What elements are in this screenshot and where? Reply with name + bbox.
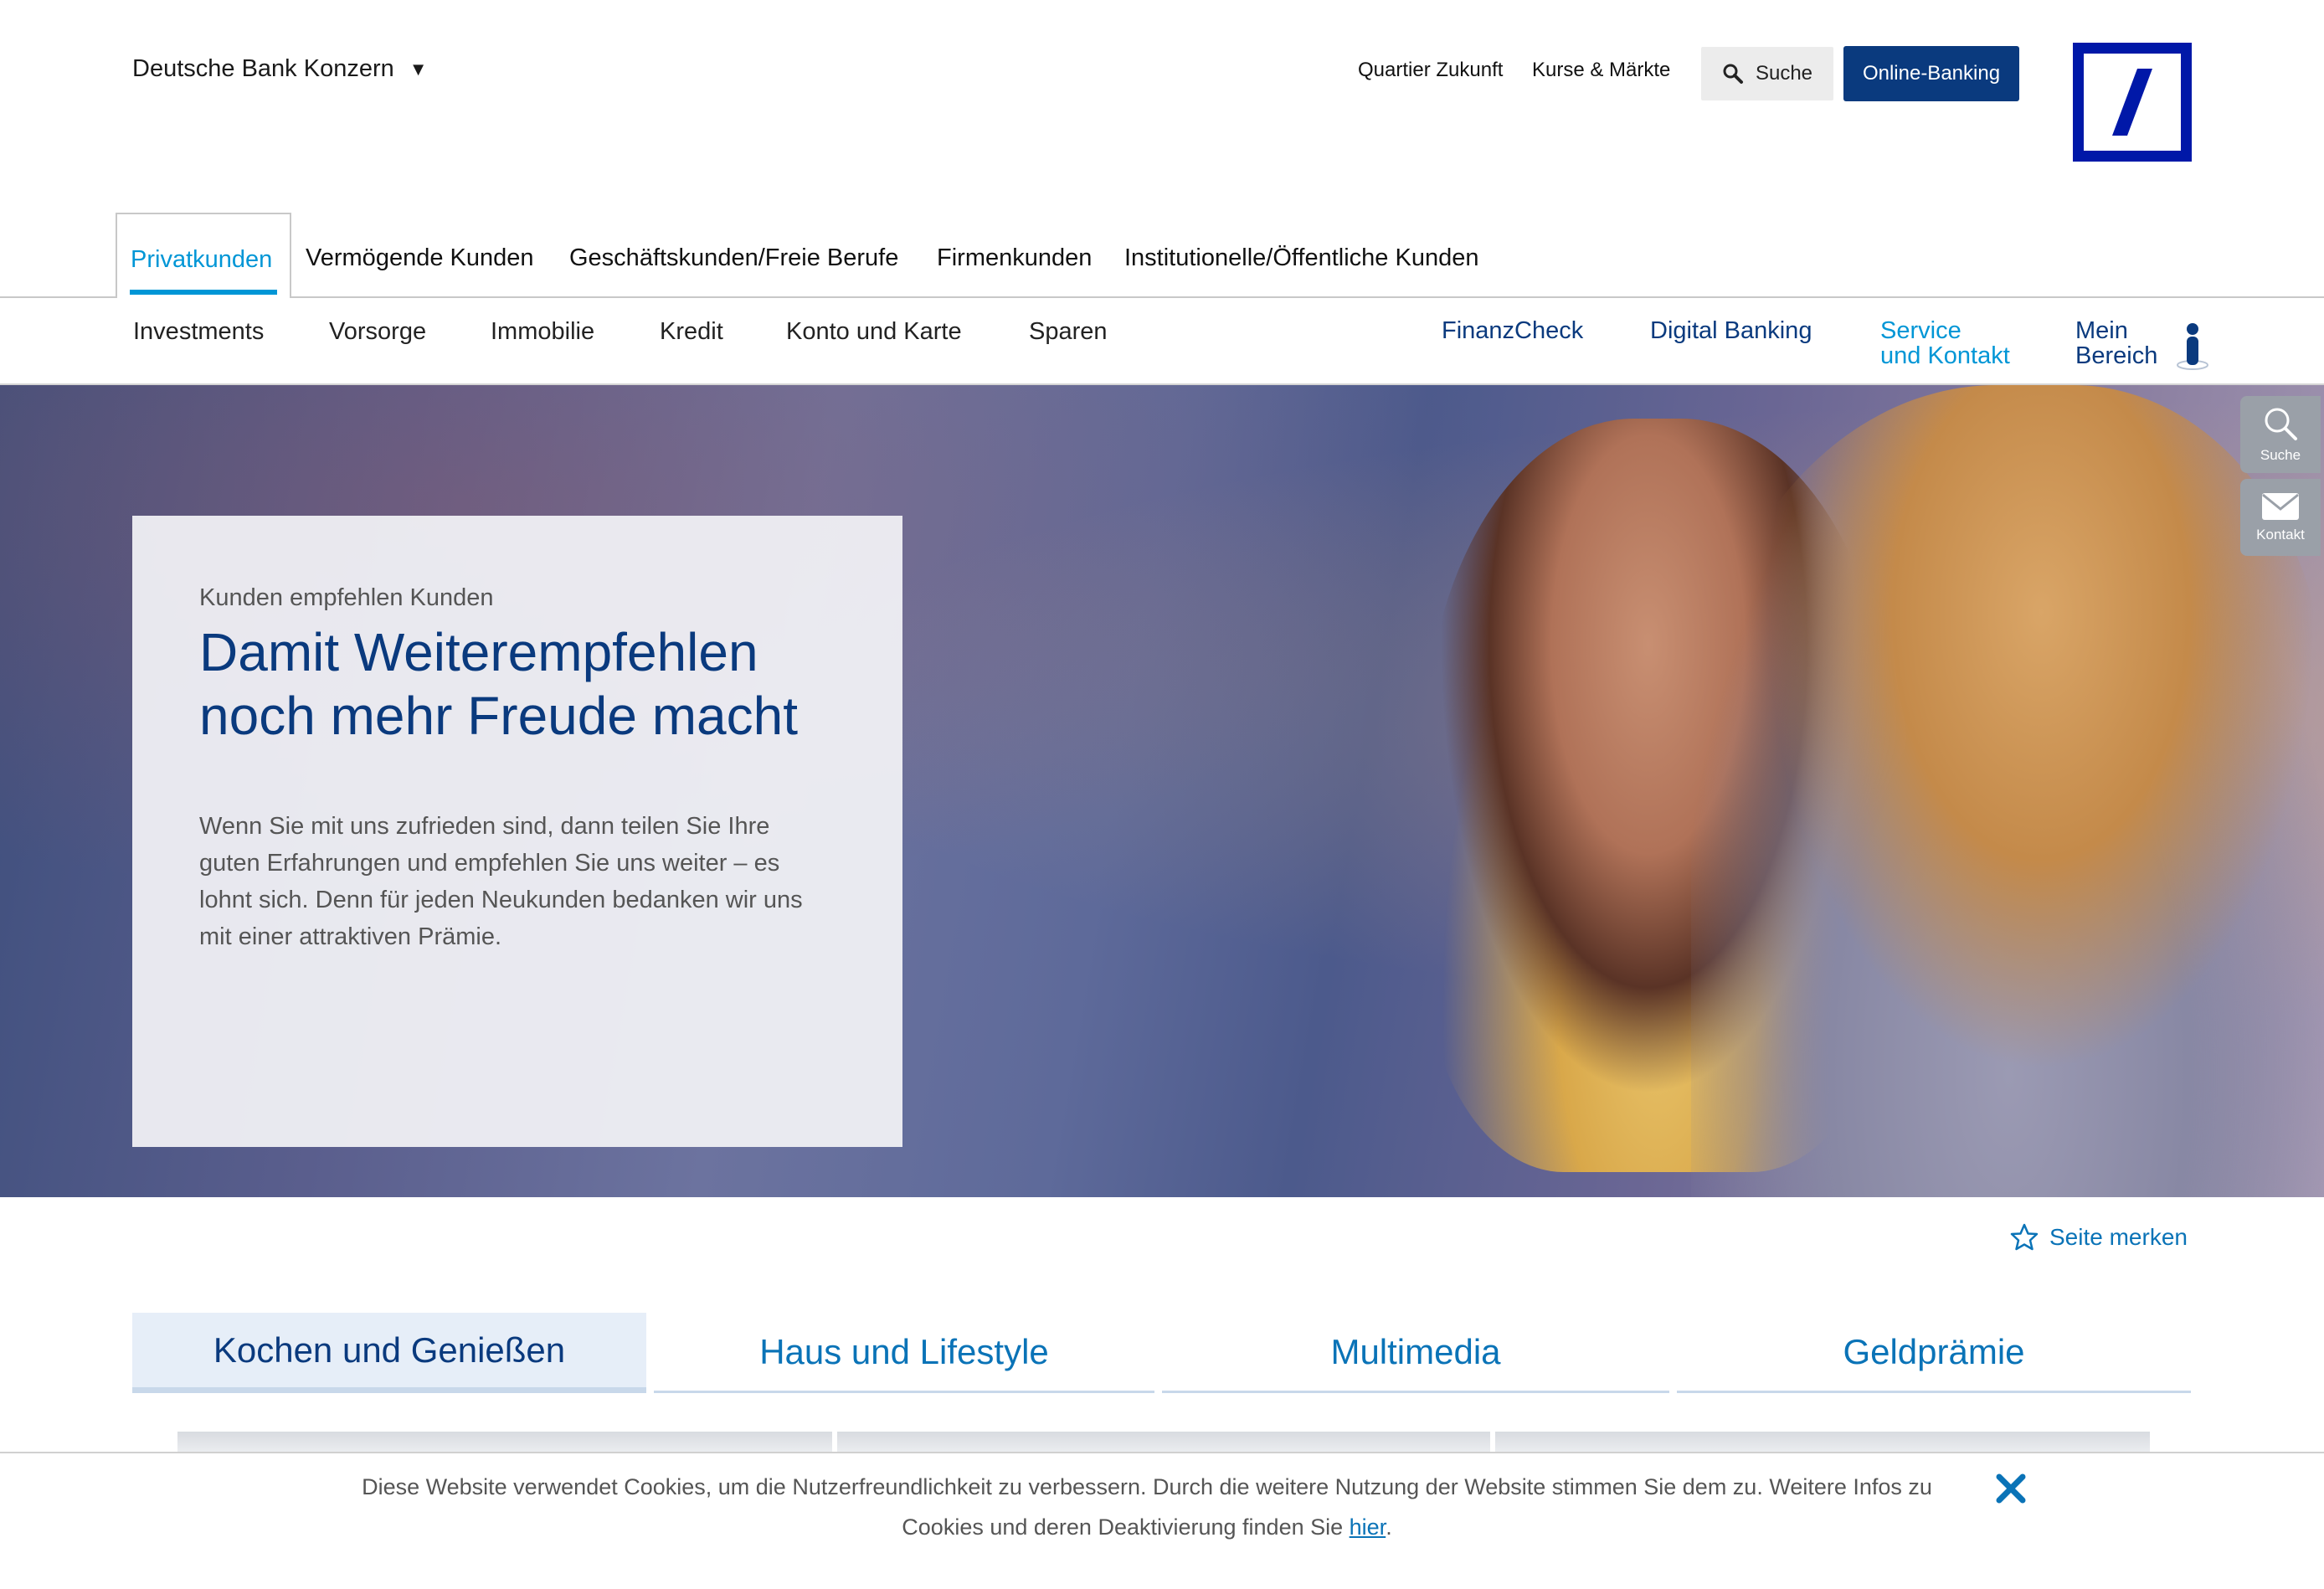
category-tab-multimedia[interactable]: Multimedia: [1162, 1313, 1669, 1393]
service-line2: und Kontakt: [1880, 342, 2010, 369]
search-icon: [1723, 64, 1743, 84]
subnav-investments[interactable]: Investments: [133, 318, 264, 346]
cookie-end: .: [1386, 1514, 1392, 1540]
cookie-message: Diese Website verwendet Cookies, um die …: [362, 1474, 1932, 1540]
category-tab-haus[interactable]: Haus und Lifestyle: [654, 1313, 1154, 1393]
sidetool-search-label: Suche: [2260, 447, 2301, 463]
service-line1: Service: [1880, 317, 1962, 344]
bookmark-page-button[interactable]: Seite merken: [2009, 1222, 2188, 1252]
subnav-vorsorge[interactable]: Vorsorge: [329, 318, 426, 346]
konzern-dropdown[interactable]: Deutsche Bank Konzern ▼: [132, 55, 428, 83]
hero-teaser-box: Kunden empfehlen Kunden Damit Weiterempf…: [132, 516, 902, 1147]
konzern-label: Deutsche Bank Konzern: [132, 55, 394, 82]
hero-headline-line1: Damit Weiterempfehlen: [199, 622, 758, 682]
hero-headline-line2: noch mehr Freude macht: [199, 686, 798, 746]
sidetool-contact-label: Kontakt: [2256, 527, 2305, 543]
product-tile-2[interactable]: [837, 1432, 1490, 1453]
sidetool-search[interactable]: Suche: [2240, 396, 2321, 473]
subnav-mein-bereich[interactable]: Mein Bereich: [2075, 318, 2157, 368]
sidetool-contact[interactable]: Kontakt: [2240, 479, 2321, 556]
mein-line2: Bereich: [2075, 342, 2158, 369]
segment-tab-privatkunden[interactable]: Privatkunden: [131, 246, 272, 274]
product-tile-3[interactable]: [1495, 1432, 2150, 1453]
mein-line1: Mein: [2075, 317, 2128, 344]
search-icon: [2265, 408, 2297, 440]
subnav-finanzcheck[interactable]: FinanzCheck: [1442, 318, 1583, 343]
star-icon: [2010, 1223, 2039, 1251]
logo-slash-icon: [2112, 69, 2152, 136]
cookie-text: Diese Website verwendet Cookies, um die …: [335, 1467, 1959, 1547]
subnav-service-kontakt[interactable]: Service und Kontakt: [1880, 318, 2010, 368]
close-icon[interactable]: [1992, 1470, 2029, 1507]
subnav-immobilie[interactable]: Immobilie: [491, 318, 594, 346]
bookmark-label: Seite merken: [2049, 1224, 2188, 1250]
user-icon: [2177, 323, 2208, 370]
segment-tab-vermoegende-kunden[interactable]: Vermögende Kunden: [306, 244, 534, 272]
segment-active-indicator: [130, 290, 277, 295]
caret-down-icon: ▼: [409, 58, 428, 80]
hero-person-man: [1691, 385, 2324, 1197]
subnav-konto-und-karte[interactable]: Konto und Karte: [786, 318, 962, 346]
segment-divider: [0, 296, 2324, 298]
segment-tab-firmenkunden[interactable]: Firmenkunden: [937, 244, 1092, 272]
cookie-info-link[interactable]: hier: [1350, 1514, 1386, 1540]
mail-icon: [2262, 493, 2299, 520]
segment-tab-geschaeftskunden[interactable]: Geschäftskunden/Freie Berufe: [569, 244, 898, 272]
hero-headline: Damit Weiterempfehlen noch mehr Freude m…: [199, 620, 836, 748]
category-tab-kochen[interactable]: Kochen und Genießen: [132, 1313, 646, 1393]
segment-tab-institutionelle[interactable]: Institutionelle/Öffentliche Kunden: [1124, 244, 1478, 272]
subnav-kredit[interactable]: Kredit: [660, 318, 723, 346]
hero-body: Wenn Sie mit uns zufrieden sind, dann te…: [199, 813, 803, 950]
header-search-label: Suche: [1755, 62, 1813, 85]
link-quartier-zukunft[interactable]: Quartier Zukunft: [1358, 59, 1503, 82]
link-kurse-maerkte[interactable]: Kurse & Märkte: [1532, 59, 1670, 82]
product-tile-1[interactable]: [177, 1432, 832, 1453]
online-banking-button[interactable]: Online-Banking: [1843, 46, 2019, 101]
deutsche-bank-logo[interactable]: [2073, 43, 2192, 162]
header-search-button[interactable]: Suche: [1701, 47, 1833, 100]
subnav-sparen[interactable]: Sparen: [1029, 318, 1108, 346]
subnav-digital-banking[interactable]: Digital Banking: [1650, 318, 1812, 343]
category-tab-geldpraemie[interactable]: Geldprämie: [1677, 1313, 2191, 1393]
hero-kicker: Kunden empfehlen Kunden: [199, 584, 494, 611]
